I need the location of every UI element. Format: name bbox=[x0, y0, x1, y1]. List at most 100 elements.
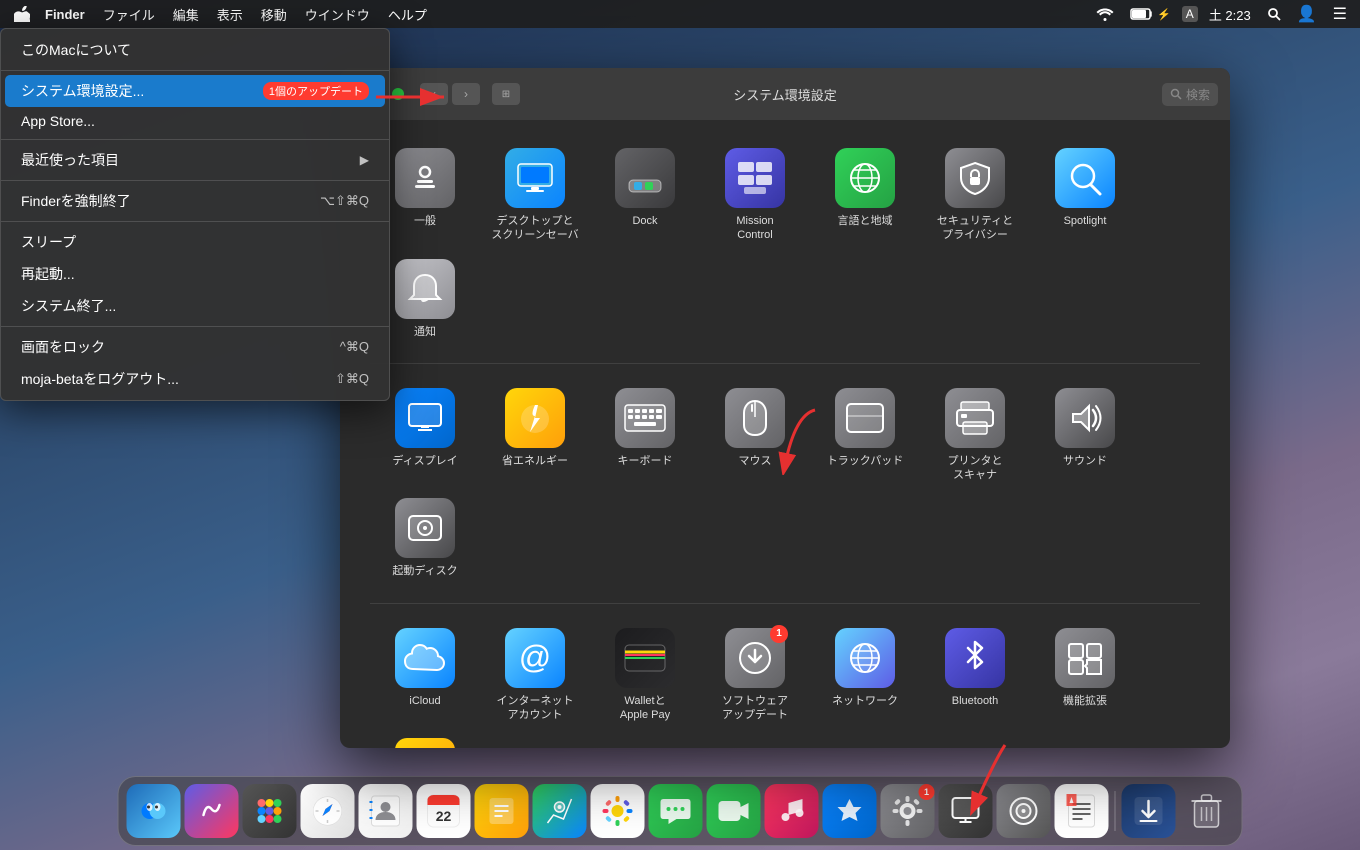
pref-internet[interactable]: @ インターネットアカウント bbox=[480, 620, 590, 731]
menubar-go[interactable]: 移動 bbox=[252, 0, 296, 28]
user-icon[interactable]: 👤 bbox=[1292, 4, 1322, 24]
pref-spotlight[interactable]: Spotlight bbox=[1030, 140, 1140, 251]
pref-mission[interactable]: MissionControl bbox=[700, 140, 810, 251]
menubar: Finder ファイル 編集 表示 移動 ウインドウ ヘルプ ⚡ A 土 2:2… bbox=[0, 0, 1360, 28]
pref-keyboard[interactable]: キーボード bbox=[590, 380, 700, 491]
dock-label: Dock bbox=[632, 214, 657, 228]
network-icon bbox=[835, 628, 895, 688]
dock-photos[interactable] bbox=[591, 784, 645, 838]
desktop: Finder ファイル 編集 表示 移動 ウインドウ ヘルプ ⚡ A 土 2:2… bbox=[0, 0, 1360, 850]
window-title: システム環境設定 bbox=[733, 85, 837, 104]
menubar-help[interactable]: ヘルプ bbox=[379, 0, 436, 28]
mission-label: MissionControl bbox=[736, 214, 773, 243]
submenu-arrow: ▶ bbox=[360, 153, 369, 167]
force-quit-shortcut: ⌥⇧⌘Q bbox=[320, 193, 369, 209]
menu-app-store[interactable]: App Store... bbox=[1, 107, 389, 135]
dock-calendar[interactable]: 22 bbox=[417, 784, 471, 838]
wifi-icon[interactable] bbox=[1091, 7, 1119, 21]
dock-siri[interactable] bbox=[185, 784, 239, 838]
arrow-indicator-3 bbox=[945, 740, 1025, 820]
menu-divider-2 bbox=[1, 139, 389, 140]
pref-trackpad[interactable]: トラックパッド bbox=[810, 380, 920, 491]
icloud-icon bbox=[395, 628, 455, 688]
pref-energy[interactable]: 省エネルギー bbox=[480, 380, 590, 491]
menubar-file[interactable]: ファイル bbox=[94, 0, 164, 28]
menu-logout[interactable]: moja-betaをログアウト... ⇧⌘Q bbox=[1, 363, 389, 395]
pref-network[interactable]: ネットワーク bbox=[810, 620, 920, 731]
dock-downloads[interactable] bbox=[1122, 784, 1176, 838]
menu-restart[interactable]: 再起動... bbox=[1, 258, 389, 290]
pref-icloud[interactable]: iCloud bbox=[370, 620, 480, 731]
dock-notes[interactable] bbox=[475, 784, 529, 838]
energy-icon bbox=[505, 388, 565, 448]
logout-shortcut: ⇧⌘Q bbox=[335, 371, 369, 387]
menu-about-mac[interactable]: このMacについて bbox=[1, 34, 389, 66]
software-update-icon: 1 bbox=[725, 628, 785, 688]
keyboard-label: キーボード bbox=[618, 454, 673, 468]
pref-bluetooth[interactable]: Bluetooth bbox=[920, 620, 1030, 731]
display-icon bbox=[395, 388, 455, 448]
wallet-icon bbox=[615, 628, 675, 688]
dock-contacts[interactable] bbox=[359, 784, 413, 838]
arrow-indicator-2 bbox=[765, 405, 825, 475]
grid-view-button[interactable]: ⊞ bbox=[492, 83, 520, 105]
dock-system-preferences[interactable]: 1 bbox=[881, 784, 935, 838]
pref-dock[interactable]: Dock bbox=[590, 140, 700, 251]
menu-system-preferences[interactable]: システム環境設定... 1個のアップデート bbox=[5, 75, 385, 107]
pref-security[interactable]: セキュリティとプライバシー bbox=[920, 140, 1030, 251]
pref-software-update[interactable]: 1 ソフトウェアアップデート bbox=[700, 620, 810, 731]
dock-divider bbox=[1115, 791, 1116, 831]
dock-maps[interactable] bbox=[533, 784, 587, 838]
pref-printers[interactable]: プリンタとスキャナ bbox=[920, 380, 1030, 491]
extensions-icon bbox=[1055, 628, 1115, 688]
menubar-finder[interactable]: Finder bbox=[36, 0, 94, 28]
icloud-label: iCloud bbox=[409, 694, 440, 708]
apple-dropdown-menu: このMacについて システム環境設定... 1個のアップデート App Stor… bbox=[0, 28, 390, 401]
menubar-edit[interactable]: 編集 bbox=[164, 0, 208, 28]
notifications-icon bbox=[395, 259, 455, 319]
dock-appstore[interactable] bbox=[823, 784, 877, 838]
desktop-label: デスクトップとスクリーンセーバ bbox=[491, 214, 578, 243]
dock-textedit[interactable] bbox=[1055, 784, 1109, 838]
bluetooth-label: Bluetooth bbox=[952, 694, 998, 708]
dock-sysprefs-badge: 1 bbox=[919, 784, 935, 800]
general-icon bbox=[395, 148, 455, 208]
apple-menu-button[interactable] bbox=[8, 0, 36, 28]
update-badge: 1個のアップデート bbox=[263, 82, 369, 100]
dock-music[interactable] bbox=[765, 784, 819, 838]
menu-divider-4 bbox=[1, 221, 389, 222]
pref-desktop[interactable]: デスクトップとスクリーンセーバ bbox=[480, 140, 590, 251]
menubar-window[interactable]: ウインドウ bbox=[296, 0, 379, 28]
dock-launchpad[interactable] bbox=[243, 784, 297, 838]
search-bar[interactable]: 検索 bbox=[1162, 83, 1218, 106]
search-label: 検索 bbox=[1186, 86, 1210, 103]
menu-lock-screen[interactable]: 画面をロック ^⌘Q bbox=[1, 331, 389, 363]
pref-extensions[interactable]: 機能拡張 bbox=[1030, 620, 1140, 731]
forward-button[interactable]: › bbox=[452, 83, 480, 105]
pref-wallet[interactable]: WalletとApple Pay bbox=[590, 620, 700, 731]
trackpad-icon bbox=[835, 388, 895, 448]
dock-finder[interactable] bbox=[127, 784, 181, 838]
menu-divider-5 bbox=[1, 326, 389, 327]
menu-shutdown[interactable]: システム終了... bbox=[1, 290, 389, 322]
language-label: 言語と地域 bbox=[838, 214, 893, 228]
energy-label: 省エネルギー bbox=[502, 454, 568, 468]
dock-messages[interactable] bbox=[649, 784, 703, 838]
menubar-view[interactable]: 表示 bbox=[208, 0, 252, 28]
dock-facetime[interactable] bbox=[707, 784, 761, 838]
menu-recent-items[interactable]: 最近使った項目 ▶ bbox=[1, 144, 389, 176]
menu-icon[interactable]: ☰ bbox=[1328, 4, 1352, 24]
pref-sound[interactable]: サウンド bbox=[1030, 380, 1140, 491]
pref-language[interactable]: 言語と地域 bbox=[810, 140, 920, 251]
display-label: ディスプレイ bbox=[392, 454, 457, 468]
spotlight-icon[interactable] bbox=[1262, 7, 1286, 21]
dock-trash[interactable] bbox=[1180, 784, 1234, 838]
mission-icon bbox=[725, 148, 785, 208]
sharing-icon bbox=[395, 738, 455, 748]
pref-sharing[interactable]: 共有 bbox=[370, 730, 480, 748]
menu-force-quit[interactable]: Finderを強制終了 ⌥⇧⌘Q bbox=[1, 185, 389, 217]
extensions-label: 機能拡張 bbox=[1063, 694, 1107, 708]
pref-startup[interactable]: 起動ディスク bbox=[370, 490, 480, 586]
menu-sleep[interactable]: スリープ bbox=[1, 226, 389, 258]
dock-safari[interactable] bbox=[301, 784, 355, 838]
